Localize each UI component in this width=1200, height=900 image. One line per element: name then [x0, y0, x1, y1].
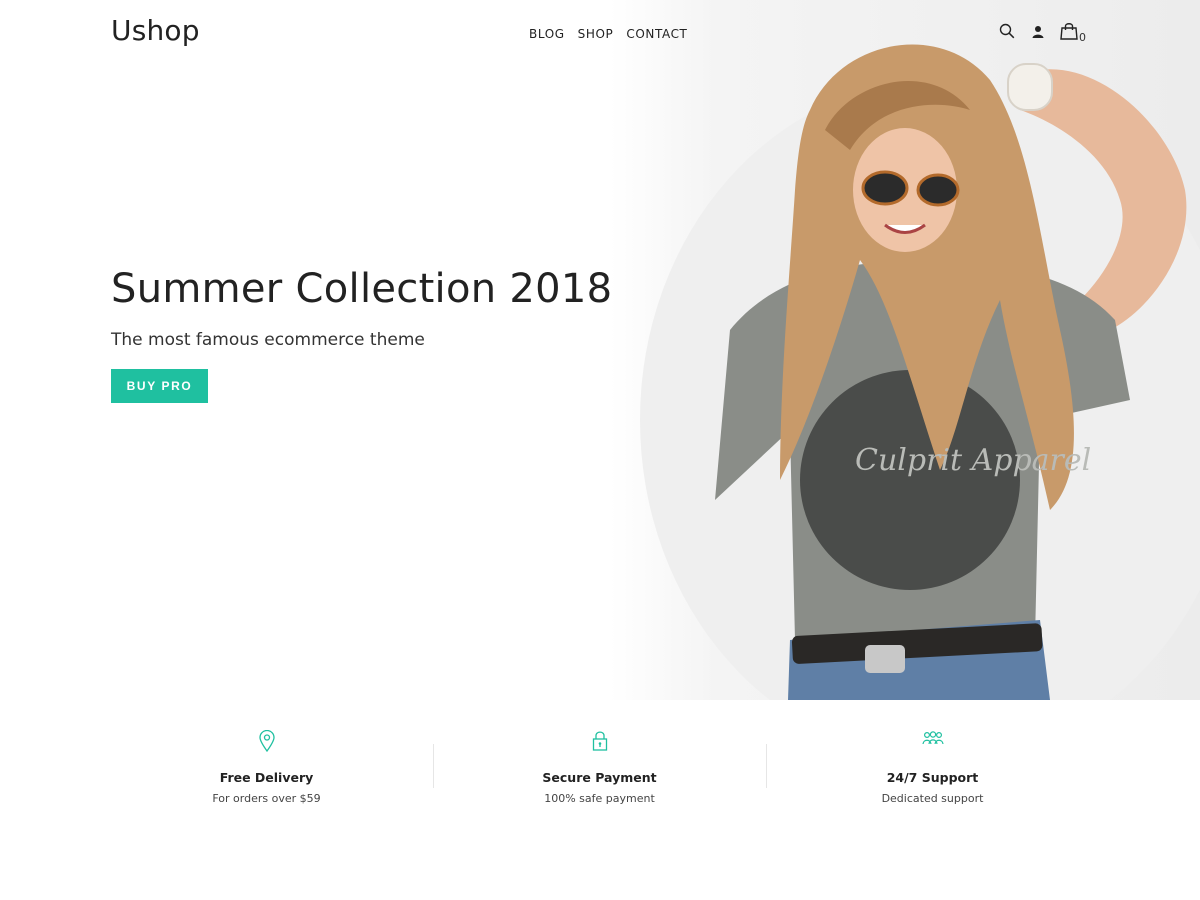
- header-actions: 0: [999, 22, 1086, 44]
- site-logo[interactable]: Ushop: [111, 14, 200, 47]
- people-icon: [766, 718, 1099, 760]
- feature-title: Secure Payment: [542, 770, 657, 785]
- feature-item: Free Delivery For orders over $59: [100, 718, 433, 828]
- hero-subtitle: The most famous ecommerce theme: [111, 330, 425, 350]
- feature-subtitle: Dedicated support: [881, 792, 984, 805]
- user-icon[interactable]: [1032, 24, 1044, 43]
- feature-item: Secure Payment 100% safe payment: [433, 718, 766, 828]
- map-pin-icon: [100, 718, 433, 760]
- hero-image: Culprit Apparel: [610, 0, 1200, 700]
- tshirt-print-text: Culprit Apparel: [855, 443, 1091, 478]
- site-header: Ushop BLOG SHOP CONTACT 0: [0, 0, 1200, 66]
- nav-shop[interactable]: SHOP: [578, 27, 614, 41]
- buy-pro-button[interactable]: BUY PRO: [111, 369, 208, 403]
- feature-item: 24/7 Support Dedicated support: [766, 718, 1099, 828]
- feature-subtitle: 100% safe payment: [544, 792, 655, 805]
- main-nav: BLOG SHOP CONTACT: [529, 27, 687, 41]
- lock-icon: [433, 718, 766, 760]
- nav-contact[interactable]: CONTACT: [626, 27, 687, 41]
- feature-title: Free Delivery: [219, 770, 314, 785]
- shopping-bag-icon[interactable]: [1060, 22, 1078, 44]
- nav-blog[interactable]: BLOG: [529, 27, 565, 41]
- features-strip: Free Delivery For orders over $59 Secure…: [100, 718, 1100, 828]
- hero-title: Summer Collection 2018: [111, 266, 613, 312]
- feature-title: 24/7 Support: [886, 770, 979, 785]
- feature-subtitle: For orders over $59: [212, 792, 321, 805]
- cart-count: 0: [1079, 30, 1086, 44]
- search-icon[interactable]: [999, 23, 1015, 43]
